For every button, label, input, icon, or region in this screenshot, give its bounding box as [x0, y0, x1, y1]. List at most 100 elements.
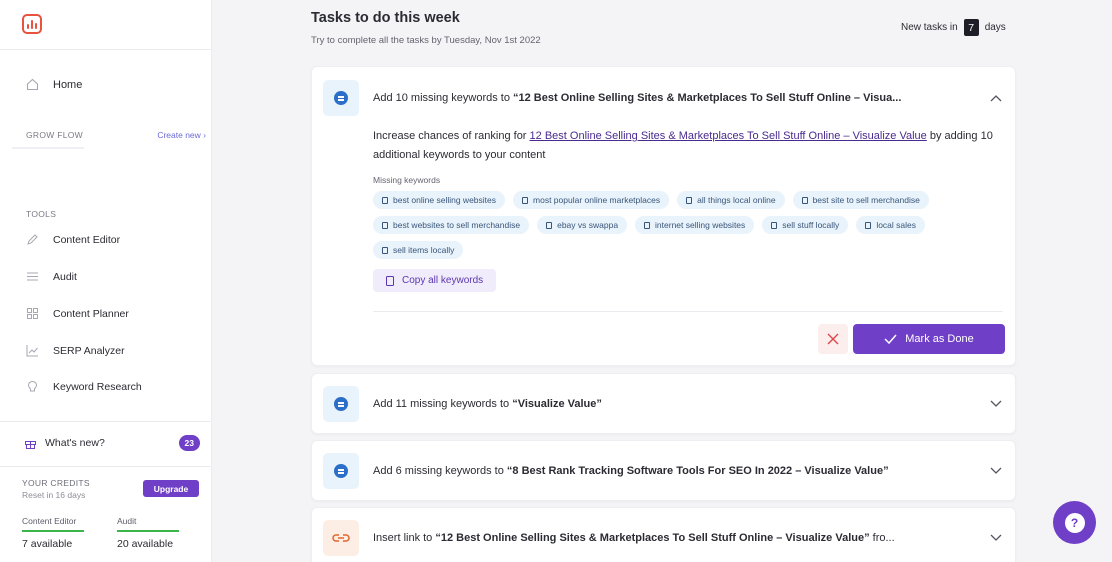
copy-icon — [801, 196, 808, 204]
keyword-text: all things local online — [697, 195, 776, 205]
pencil-icon — [26, 233, 39, 246]
copy-icon — [644, 221, 651, 229]
keyword-text: best websites to sell merchandise — [393, 220, 521, 230]
page-subtitle: Try to complete all the tasks by Tuesday… — [311, 35, 541, 46]
grow-flow-label: GROW FLOW — [26, 130, 83, 140]
copy-icon — [382, 246, 388, 254]
task-title-suffix: fro... — [869, 532, 895, 544]
task-title-prefix: Add 10 missing keywords to — [373, 92, 514, 104]
sidebar-item-content-planner[interactable]: Content Planner — [26, 307, 129, 320]
keyword-chip[interactable]: most popular online marketplaces — [513, 191, 670, 209]
task-card-expanded: Add 10 missing keywords to “12 Best Onli… — [311, 66, 1016, 366]
mark-as-done-button[interactable]: Mark as Done — [853, 324, 1005, 354]
chevron-down-icon[interactable] — [989, 397, 1003, 411]
sidebar-item-label: SERP Analyzer — [53, 344, 125, 357]
divider — [373, 311, 1003, 312]
keyword-text: sell items locally — [393, 245, 455, 255]
sidebar-item-label: Content Planner — [53, 307, 129, 320]
lightbulb-icon — [26, 380, 39, 393]
task-title: Add 6 missing keywords to “8 Best Rank T… — [373, 465, 889, 477]
copy-icon — [382, 196, 388, 204]
keyword-chip[interactable]: best site to sell merchandise — [792, 191, 929, 209]
mark-as-done-label: Mark as Done — [905, 333, 974, 345]
copy-icon — [686, 196, 693, 204]
credit-value: 7 available — [22, 538, 73, 550]
keyword-chip[interactable]: sell items locally — [373, 241, 464, 259]
keywords-task-icon — [323, 80, 359, 116]
copy-icon — [522, 196, 529, 204]
keyword-chip[interactable]: best websites to sell merchandise — [373, 216, 530, 234]
page-title: Tasks to do this week — [311, 10, 460, 26]
chevron-down-icon[interactable] — [989, 464, 1003, 478]
keyword-text: best online selling websites — [393, 195, 497, 205]
credit-content-editor: Content Editor 7 available — [22, 516, 84, 550]
help-chat-button[interactable]: ? — [1053, 501, 1096, 544]
copy-icon — [546, 221, 553, 229]
sidebar-item-label: Home — [53, 78, 83, 91]
article-link[interactable]: 12 Best Online Selling Sites & Marketpla… — [530, 130, 927, 142]
upgrade-button[interactable]: Upgrade — [143, 480, 199, 497]
new-tasks-days: 7 — [963, 19, 979, 36]
dismiss-task-button[interactable] — [818, 324, 848, 354]
copy-icon — [382, 221, 388, 229]
copy-icon — [865, 221, 872, 229]
gift-icon — [24, 437, 37, 450]
question-icon: ? — [1064, 512, 1085, 533]
task-title-article: “8 Best Rank Tracking Software Tools For… — [506, 465, 889, 477]
description-text: Increase chances of ranking for — [373, 130, 530, 142]
credit-label: Audit — [117, 516, 137, 526]
whats-new-label: What's new? — [45, 437, 105, 449]
task-card[interactable]: Insert link to “12 Best Online Selling S… — [311, 507, 1016, 562]
sidebar-item-home[interactable]: Home — [26, 78, 82, 91]
copy-all-label: Copy all keywords — [402, 275, 484, 286]
keyword-text: internet selling websites — [655, 220, 746, 230]
chevron-down-icon[interactable] — [989, 531, 1003, 545]
check-icon — [884, 334, 897, 344]
copy-icon — [771, 221, 778, 229]
keyword-text: local sales — [876, 220, 916, 230]
keyword-chip[interactable]: internet selling websites — [635, 216, 755, 234]
new-tasks-label: New tasks in — [901, 22, 958, 33]
logo-area — [0, 0, 211, 50]
link-task-icon — [323, 520, 359, 556]
task-card[interactable]: Add 6 missing keywords to “8 Best Rank T… — [311, 440, 1016, 501]
whats-new-count-badge: 23 — [178, 435, 200, 451]
sidebar-item-content-editor[interactable]: Content Editor — [26, 233, 120, 246]
divider — [12, 147, 84, 149]
task-title-article: “Visualize Value” — [512, 398, 602, 410]
tools-section-label: TOOLS — [26, 209, 57, 219]
link-icon — [332, 534, 350, 542]
missing-keywords-label: Missing keywords — [373, 175, 441, 185]
keyword-chip[interactable]: ebay vs swappa — [537, 216, 628, 234]
copy-all-keywords-button[interactable]: Copy all keywords — [373, 269, 497, 292]
task-title: Insert link to “12 Best Online Selling S… — [373, 532, 895, 544]
chevron-up-icon[interactable] — [989, 91, 1003, 105]
days-label: days — [984, 22, 1006, 33]
credits-panel: YOUR CREDITS Reset in 16 days Upgrade Co… — [22, 478, 202, 550]
sidebar: Home GROW FLOW Create new › TOOLS Conten… — [0, 0, 212, 562]
sidebar-item-keyword-research[interactable]: Keyword Research — [26, 380, 142, 393]
whats-new-item[interactable]: What's new? 23 — [24, 435, 200, 451]
sidebar-item-audit[interactable]: Audit — [26, 270, 77, 283]
keyword-chip[interactable]: sell stuff locally — [762, 216, 849, 234]
keyword-chip[interactable]: all things local online — [677, 191, 785, 209]
keyword-chip[interactable]: local sales — [856, 216, 925, 234]
sidebar-item-label: Content Editor — [53, 233, 121, 246]
sidebar-item-label: Keyword Research — [53, 380, 142, 393]
divider — [0, 466, 212, 467]
close-icon — [827, 333, 839, 345]
keyword-chip-list: best online selling websites most popula… — [373, 191, 1008, 259]
task-title[interactable]: Add 10 missing keywords to “12 Best Onli… — [373, 92, 901, 104]
task-card[interactable]: Add 11 missing keywords to “Visualize Va… — [311, 373, 1016, 434]
app-logo-icon[interactable] — [22, 14, 42, 34]
credit-value: 20 available — [117, 538, 174, 550]
create-new-link[interactable]: Create new › — [157, 130, 206, 140]
task-title-prefix: Add 6 missing keywords to — [373, 465, 507, 477]
chart-line-icon — [26, 344, 39, 357]
credit-label: Content Editor — [22, 516, 77, 526]
keyword-text: best site to sell merchandise — [812, 195, 920, 205]
keywords-task-icon — [323, 386, 359, 422]
sidebar-item-serp-analyzer[interactable]: SERP Analyzer — [26, 344, 125, 357]
keyword-chip[interactable]: best online selling websites — [373, 191, 506, 209]
grow-flow-header: GROW FLOW Create new › — [26, 130, 206, 140]
